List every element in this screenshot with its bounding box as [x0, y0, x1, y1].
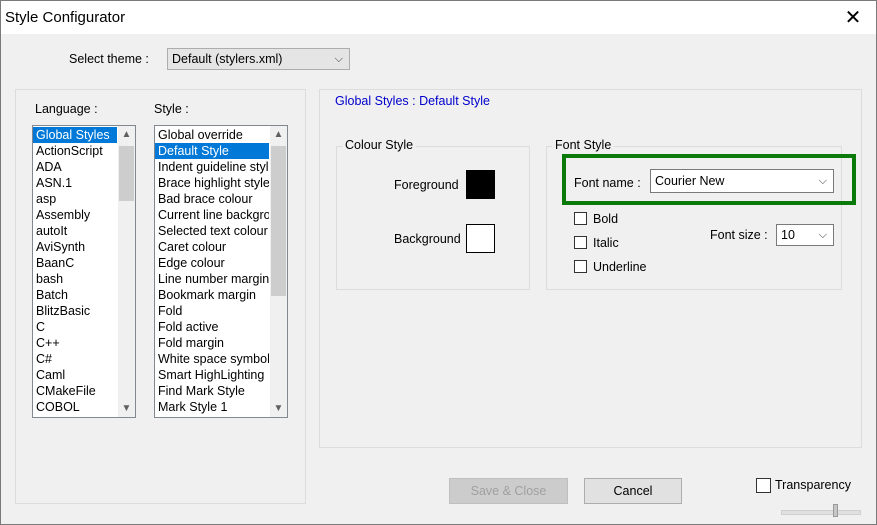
language-list-item[interactable]: C++	[33, 335, 117, 351]
scroll-thumb[interactable]	[119, 146, 134, 201]
style-list-item[interactable]: Bad brace colour	[155, 191, 269, 207]
transparency-slider-track[interactable]	[781, 510, 861, 515]
style-list-item[interactable]: Brace highlight style	[155, 175, 269, 191]
style-list-item[interactable]: Edge colour	[155, 255, 269, 271]
title-bar: Style Configurator ✕	[1, 1, 876, 34]
language-list-item[interactable]: CMakeFile	[33, 383, 117, 399]
language-list-item[interactable]: asp	[33, 191, 117, 207]
style-list-item[interactable]: Current line background	[155, 207, 269, 223]
style-list-item[interactable]: Mark Style 1	[155, 399, 269, 415]
background-label: Background	[394, 232, 461, 246]
style-list-item[interactable]: Default Style	[155, 143, 269, 159]
style-list-item[interactable]: Fold active	[155, 319, 269, 335]
italic-label: Italic	[593, 236, 619, 250]
cancel-button[interactable]: Cancel	[584, 478, 682, 504]
style-configurator-window: Style Configurator ✕ Select theme : Defa…	[0, 0, 877, 525]
language-list-item[interactable]: C#	[33, 351, 117, 367]
transparency-label: Transparency	[775, 478, 851, 492]
language-list-item[interactable]: autoIt	[33, 223, 117, 239]
font-size-select[interactable]: 10 ⌵	[776, 224, 834, 246]
language-list-item[interactable]: BaanC	[33, 255, 117, 271]
language-list-item[interactable]: ASN.1	[33, 175, 117, 191]
italic-checkbox[interactable]	[574, 236, 587, 249]
language-list-item[interactable]: ActionScript	[33, 143, 117, 159]
bold-checkbox[interactable]	[574, 212, 587, 225]
font-style-title: Font Style	[552, 138, 615, 152]
style-list-item[interactable]: Caret colour	[155, 239, 269, 255]
style-list-item[interactable]: Indent guideline style	[155, 159, 269, 175]
scroll-up-icon[interactable]: ▲	[118, 126, 135, 143]
bold-label: Bold	[593, 212, 619, 226]
language-list-item[interactable]: AviSynth	[33, 239, 117, 255]
scroll-up-icon[interactable]: ▲	[270, 126, 287, 143]
language-list[interactable]: Global Styles ActionScript ADA ASN.1 asp Asse…	[32, 125, 136, 418]
foreground-label: Foreground	[394, 178, 459, 192]
language-items: Global Styles ActionScript ADA ASN.1 asp Asse…	[33, 126, 117, 417]
style-list-item[interactable]: Bookmark margin	[155, 287, 269, 303]
style-list-item[interactable]: Selected text colour	[155, 223, 269, 239]
language-label: Language :	[35, 102, 98, 116]
style-list[interactable]: Global override Default Style Indent guide…	[154, 125, 288, 418]
chevron-down-icon: ⌵	[334, 53, 343, 65]
theme-select[interactable]: Default (stylers.xml) ⌵	[167, 48, 350, 70]
style-list-item[interactable]: Line number margin	[155, 271, 269, 287]
style-list-item[interactable]: Fold	[155, 303, 269, 319]
window-title: Style Configurator	[5, 9, 126, 26]
style-label: Style :	[154, 102, 189, 116]
breadcrumb: Global Styles : Default Style	[335, 94, 490, 108]
save-close-button[interactable]: Save & Close	[449, 478, 568, 504]
scroll-thumb[interactable]	[271, 146, 286, 296]
chevron-down-icon: ⌵	[818, 229, 827, 241]
scroll-down-icon[interactable]: ▼	[118, 400, 135, 417]
language-list-item[interactable]: BlitzBasic	[33, 303, 117, 319]
font-name-highlight	[562, 154, 856, 205]
theme-select-value: Default (stylers.xml)	[172, 52, 283, 66]
language-list-item[interactable]: Assembly	[33, 207, 117, 223]
style-items: Global override Default Style Indent guide…	[155, 126, 269, 417]
language-scrollbar[interactable]: ▲ ▼	[118, 126, 135, 417]
transparency-checkbox[interactable]	[756, 478, 771, 493]
language-list-item[interactable]: COBOL	[33, 399, 117, 415]
underline-label: Underline	[593, 260, 647, 274]
style-list-item[interactable]: Smart HighLighting	[155, 367, 269, 383]
style-scrollbar[interactable]: ▲ ▼	[270, 126, 287, 417]
style-list-item[interactable]: Find Mark Style	[155, 383, 269, 399]
scroll-down-icon[interactable]: ▼	[270, 400, 287, 417]
language-list-item[interactable]: bash	[33, 271, 117, 287]
language-list-item[interactable]: Batch	[33, 287, 117, 303]
select-theme-label: Select theme :	[69, 52, 149, 66]
style-list-item[interactable]: Fold margin	[155, 335, 269, 351]
language-list-item[interactable]: Global Styles	[33, 127, 117, 143]
colour-style-group	[336, 146, 530, 290]
transparency-slider-thumb[interactable]	[833, 504, 838, 517]
colour-style-title: Colour Style	[342, 138, 417, 152]
language-list-item[interactable]: ADA	[33, 159, 117, 175]
close-icon[interactable]: ✕	[830, 1, 876, 34]
background-color-swatch[interactable]	[466, 224, 495, 253]
language-list-item[interactable]: C	[33, 319, 117, 335]
language-list-item[interactable]: Caml	[33, 367, 117, 383]
font-size-label: Font size :	[710, 228, 768, 242]
foreground-color-swatch[interactable]	[466, 170, 495, 199]
style-list-item[interactable]: Global override	[155, 127, 269, 143]
underline-checkbox[interactable]	[574, 260, 587, 273]
style-list-item[interactable]: White space symbol	[155, 351, 269, 367]
font-size-value: 10	[781, 228, 795, 242]
